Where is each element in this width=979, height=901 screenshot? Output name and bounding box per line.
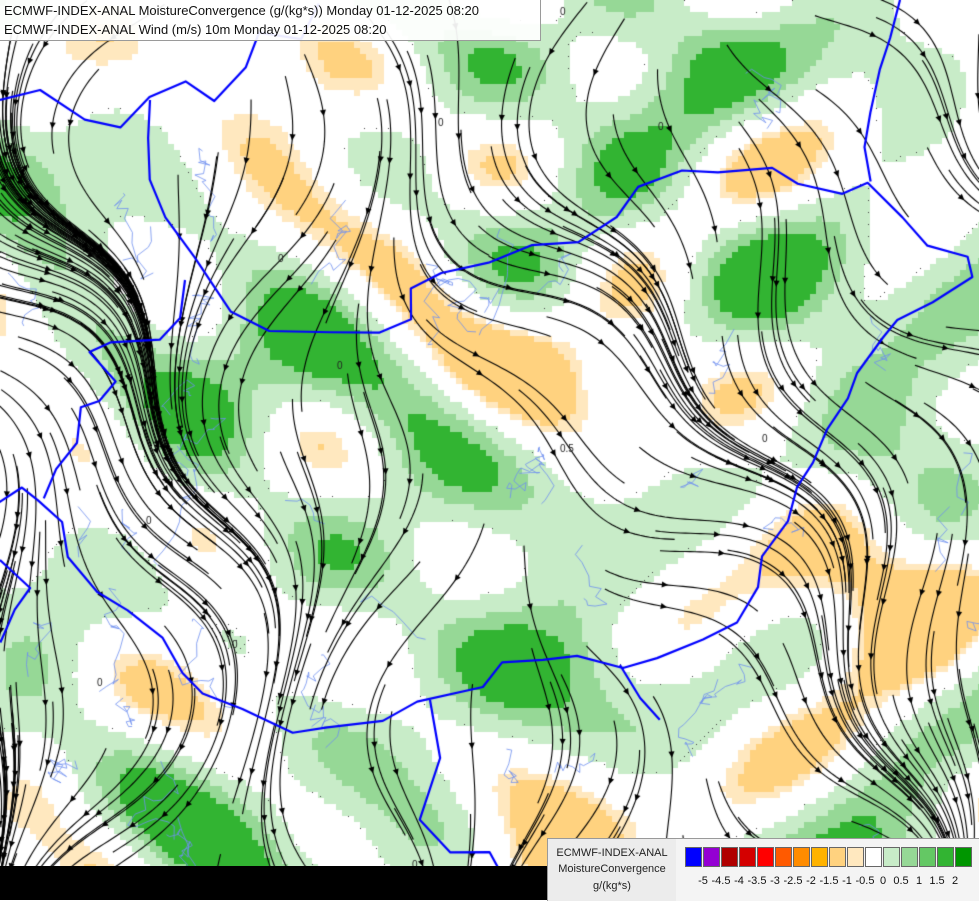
legend-swatch	[703, 847, 720, 867]
legend-label-box: ECMWF-INDEX-ANAL MoistureConvergence g/(…	[548, 839, 676, 901]
map-title-box: ECMWF-INDEX-ANAL MoistureConvergence (g/…	[0, 0, 541, 41]
legend-tick: -2.5	[783, 875, 803, 887]
legend-swatch	[739, 847, 756, 867]
legend-tick: -3	[770, 875, 780, 887]
legend-tick: -4.5	[711, 875, 731, 887]
legend-swatch	[937, 847, 954, 867]
legend-tick: -4	[734, 875, 744, 887]
map-title-wind: ECMWF-INDEX-ANAL Wind (m/s) 10m Monday 0…	[4, 22, 387, 37]
legend-swatch	[847, 847, 864, 867]
legend-tick: -0.5	[855, 875, 875, 887]
legend-swatch	[883, 847, 900, 867]
legend-tick-labels: -5 -4.5 -4 -3.5 -3 -2.5 -2 -1.5 -1 -0.5 0 0.5 1 1.5 2	[685, 875, 975, 891]
legend-swatch	[865, 847, 882, 867]
legend-swatch	[793, 847, 810, 867]
legend-tick: 0.5	[893, 875, 909, 887]
legend-tick: -1	[842, 875, 852, 887]
legend-swatch	[775, 847, 792, 867]
color-legend: ECMWF-INDEX-ANAL MoistureConvergence g/(…	[547, 838, 979, 901]
legend-swatch	[955, 847, 972, 867]
legend-swatch	[829, 847, 846, 867]
legend-swatch	[811, 847, 828, 867]
legend-tick: 0	[879, 875, 887, 887]
legend-tick: 1.5	[929, 875, 945, 887]
map-title-moisture: ECMWF-INDEX-ANAL MoistureConvergence (g/…	[4, 3, 479, 18]
legend-swatch	[757, 847, 774, 867]
legend-tick: -2	[806, 875, 816, 887]
legend-unit: g/(kg*s)	[593, 880, 631, 892]
legend-tick: 2	[951, 875, 959, 887]
legend-tick: -1.5	[819, 875, 839, 887]
legend-tick: -3.5	[747, 875, 767, 887]
legend-swatch	[721, 847, 738, 867]
legend-tick: 1	[915, 875, 923, 887]
moisture-convergence-wind-map	[0, 0, 979, 900]
legend-swatch	[901, 847, 918, 867]
legend-tick: -5	[698, 875, 708, 887]
legend-swatch	[685, 847, 702, 867]
legend-model: ECMWF-INDEX-ANAL	[556, 847, 668, 859]
legend-swatch	[919, 847, 936, 867]
legend-parameter: MoistureConvergence	[558, 863, 666, 875]
